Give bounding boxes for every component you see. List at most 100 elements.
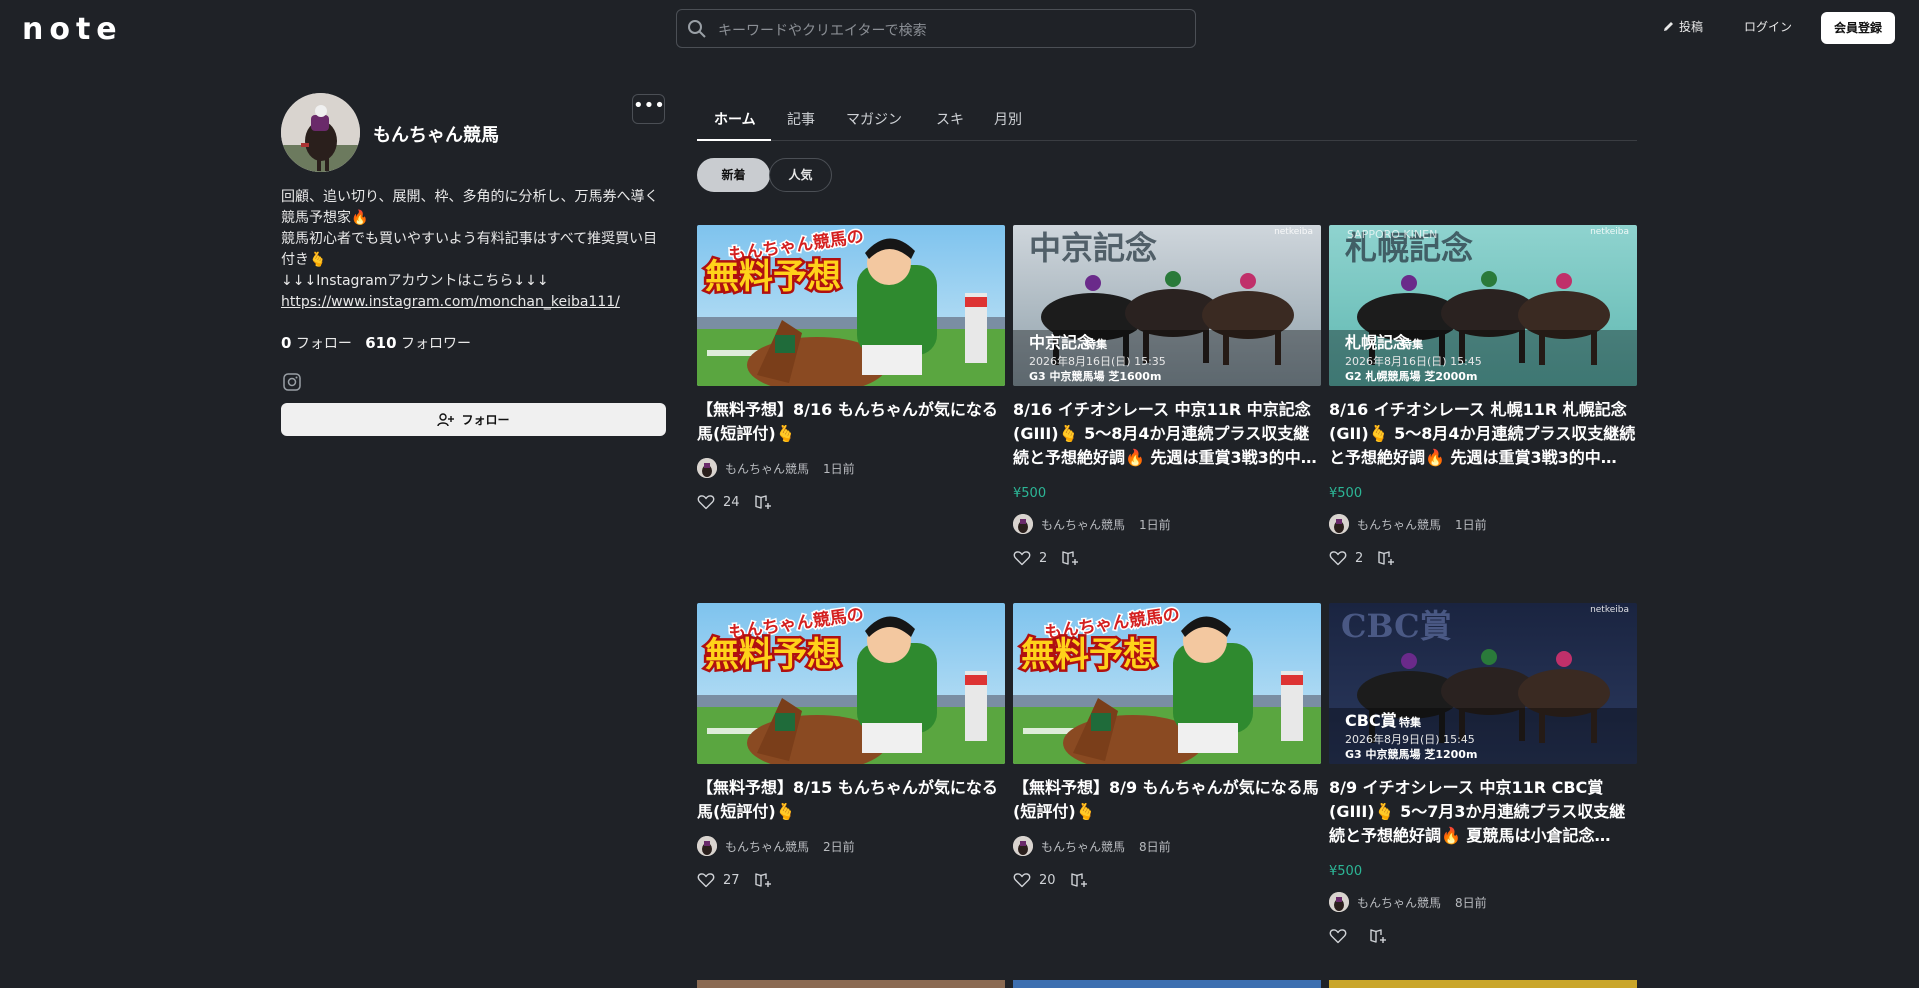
profile-avatar[interactable] [281, 93, 360, 172]
article-title[interactable]: 【無料予想】8/16 もんちゃんが気になる馬(短評付)🫰 [697, 398, 1005, 446]
article-price: ¥500 [1013, 486, 1047, 501]
add-to-magazine-icon[interactable] [1061, 550, 1079, 566]
article-actions: 2 [1329, 550, 1395, 566]
chip-newest[interactable]: 新着 [697, 158, 770, 192]
thumbnail-race-date: 2026年8月16日(日) 15:35 [1029, 354, 1166, 368]
post-label: 投稿 [1679, 20, 1704, 34]
thumbnail-race-grade: G3 中京競馬場 芝1200m [1345, 747, 1477, 761]
article-title[interactable]: 8/9 イチオシレース 中京11R CBC賞(GIII)🫰 5〜7月3か月連続プ… [1329, 776, 1637, 848]
next-row-thumbnail[interactable] [697, 980, 1005, 988]
next-row-thumbnail[interactable] [1329, 980, 1637, 988]
netkeiba-watermark: netkeiba [1274, 227, 1313, 237]
article-title[interactable]: 【無料予想】8/15 もんちゃんが気になる馬(短評付)🫰 [697, 776, 1005, 824]
more-options-button[interactable]: ••• [632, 94, 665, 124]
author-name[interactable]: もんちゃん競馬 [1041, 516, 1125, 533]
heart-icon[interactable] [1013, 550, 1031, 566]
article-title[interactable]: 8/16 イチオシレース 中京11R 中京記念(GIII)🫰 5〜8月4か月連続… [1013, 398, 1321, 470]
article-actions: 20 [1013, 872, 1088, 888]
register-button[interactable]: 会員登録 [1821, 12, 1895, 44]
article-thumbnail[interactable]: 中京記念 netkeiba 中京記念 特集 2026年8月16日(日) 15:3… [1013, 225, 1321, 386]
instagram-link[interactable]: https://www.instagram.com/monchan_keiba1… [281, 292, 666, 313]
article-meta: もんちゃん競馬 8日前 [1013, 836, 1171, 856]
heart-icon[interactable] [1329, 550, 1347, 566]
published-time: 1日前 [1455, 517, 1487, 532]
followers-count[interactable]: 610 [365, 334, 396, 352]
article-actions: 2 [1013, 550, 1079, 566]
thumbnail-race-name: CBC賞 [1345, 711, 1397, 730]
page: note キーワードやクリエイターで検索 投稿 ログイン 会員登録 もんちゃん競… [0, 0, 1919, 988]
author-avatar[interactable] [1013, 514, 1033, 534]
netkeiba-watermark: netkeiba [1590, 227, 1629, 237]
add-to-magazine-icon[interactable] [1369, 928, 1387, 944]
article-thumbnail[interactable]: もんちゃん競馬の 無料予想 [1013, 603, 1321, 764]
add-to-magazine-icon[interactable] [1070, 872, 1088, 888]
published-time: 2日前 [823, 839, 855, 854]
tab-magazines[interactable]: マガジン [846, 109, 902, 129]
article-meta: もんちゃん競馬 1日前 [697, 458, 855, 478]
thumbnail-image: 中京記念 netkeiba 中京記念 特集 2026年8月16日(日) 15:3… [1013, 225, 1321, 386]
chip-popular[interactable]: 人気 [769, 158, 832, 192]
article-thumbnail[interactable]: もんちゃん競馬の 無料予想 [697, 603, 1005, 764]
following-count[interactable]: 0 [281, 334, 291, 352]
add-to-magazine-icon[interactable] [1377, 550, 1395, 566]
active-tab-indicator [697, 139, 771, 141]
article-meta: もんちゃん競馬 1日前 [1013, 514, 1171, 534]
search-input[interactable]: キーワードやクリエイターで検索 [676, 9, 1196, 48]
thumbnail-image: もんちゃん競馬の 無料予想 [1013, 603, 1321, 764]
thumbnail-race-sub: SAPPORO KINEN [1347, 228, 1437, 241]
heart-icon[interactable] [697, 872, 715, 888]
tab-articles[interactable]: 記事 [787, 109, 815, 129]
like-count: 2 [1039, 550, 1048, 566]
profile-name: もんちゃん競馬 [373, 125, 499, 146]
instagram-icon[interactable] [283, 373, 301, 391]
like-count: 27 [723, 872, 740, 888]
note-logo[interactable]: note [22, 12, 123, 47]
followers-label[interactable]: フォロワー [401, 336, 471, 352]
author-avatar[interactable] [1013, 836, 1033, 856]
bio-line: ↓↓↓Instagramアカウントはこちら↓↓↓ [281, 273, 549, 289]
author-name[interactable]: もんちゃん競馬 [1357, 516, 1441, 533]
tab-monthly[interactable]: 月別 [994, 109, 1022, 129]
search-icon [688, 20, 706, 38]
add-to-magazine-icon[interactable] [754, 494, 772, 510]
thumbnail-feature-label: 特集 [1399, 715, 1422, 729]
post-button[interactable]: 投稿 [1662, 18, 1703, 35]
thumbnail-image: もんちゃん競馬の 無料予想 [697, 603, 1005, 764]
search-placeholder: キーワードやクリエイターで検索 [718, 23, 927, 39]
author-avatar[interactable] [697, 458, 717, 478]
author-name[interactable]: もんちゃん競馬 [725, 838, 809, 855]
author-name[interactable]: もんちゃん競馬 [725, 460, 809, 477]
bio-line: 競馬予想家🔥 [281, 210, 369, 226]
heart-icon[interactable] [697, 494, 715, 510]
author-avatar[interactable] [1329, 514, 1349, 534]
article-thumbnail[interactable]: もんちゃん競馬の 無料予想 [697, 225, 1005, 386]
author-name[interactable]: もんちゃん競馬 [1357, 894, 1441, 911]
tab-likes[interactable]: スキ [936, 109, 964, 129]
login-button[interactable]: ログイン [1744, 18, 1792, 35]
published-time: 8日前 [1139, 839, 1171, 854]
thumbnail-race-date: 2026年8月16日(日) 15:45 [1345, 354, 1482, 368]
thumbnail-race-watermark: CBC賞 [1341, 607, 1452, 645]
following-label[interactable]: フォロー [296, 336, 352, 352]
pencil-icon [1664, 22, 1673, 31]
thumbnail-image: 札幌記念 SAPPORO KINEN netkeiba 札幌記念 特集 2026… [1329, 225, 1637, 386]
published-time: 1日前 [1139, 517, 1171, 532]
thumbnail-race-date: 2026年8月9日(日) 15:45 [1345, 732, 1475, 746]
article-title[interactable]: 【無料予想】8/9 もんちゃんが気になる馬(短評付)🫰 [1013, 776, 1321, 824]
bio-line: 回顧、追い切り、展開、枠、多角的に分析し、万馬券へ導く [281, 189, 659, 205]
author-name[interactable]: もんちゃん競馬 [1041, 838, 1125, 855]
author-avatar[interactable] [697, 836, 717, 856]
next-row-thumbnail[interactable] [1013, 980, 1321, 988]
profile-tabs: ホーム 記事 マガジン スキ 月別 [697, 103, 1637, 141]
article-actions: 24 [697, 494, 772, 510]
heart-icon[interactable] [1329, 928, 1347, 944]
article-title[interactable]: 8/16 イチオシレース 札幌11R 札幌記念(GII)🫰 5〜8月4か月連続プ… [1329, 398, 1637, 470]
add-to-magazine-icon[interactable] [754, 872, 772, 888]
heart-icon[interactable] [1013, 872, 1031, 888]
tab-home[interactable]: ホーム [714, 109, 756, 129]
article-thumbnail[interactable]: 札幌記念 SAPPORO KINEN netkeiba 札幌記念 特集 2026… [1329, 225, 1637, 386]
article-thumbnail[interactable]: CBC賞 netkeiba CBC賞 特集 2026年8月9日(日) 15:45… [1329, 603, 1637, 764]
author-avatar[interactable] [1329, 892, 1349, 912]
follow-button[interactable]: フォロー [281, 403, 666, 436]
bio-line: 付き🫰 [281, 252, 327, 268]
